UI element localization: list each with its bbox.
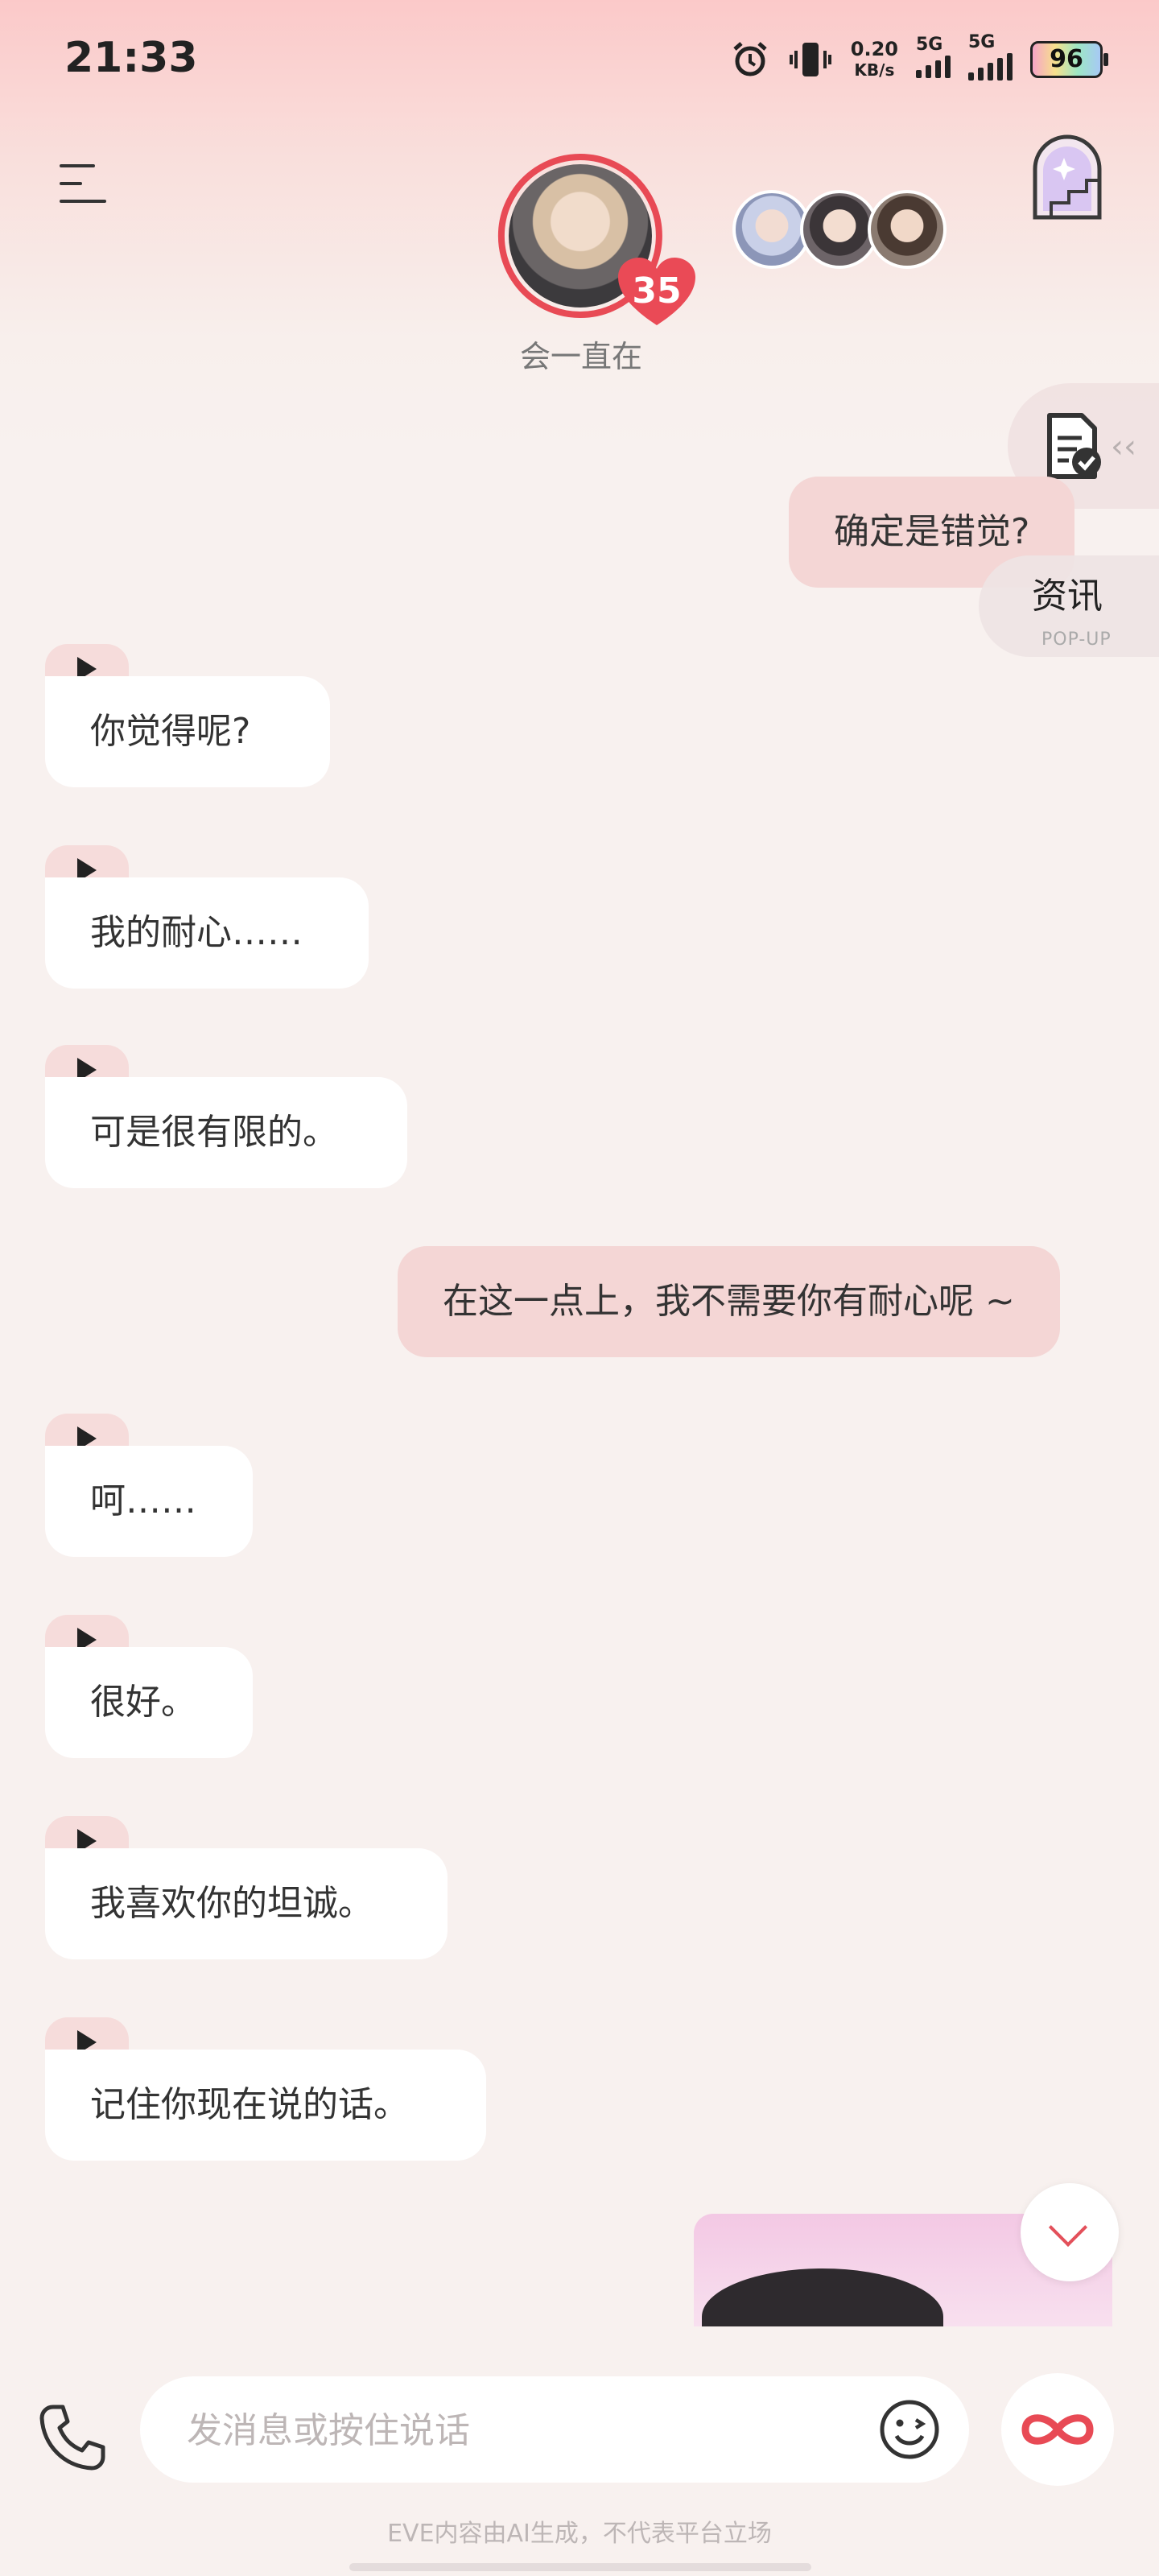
composer-bar: EVE内容由AI生成，不代表平台立场 [0, 2334, 1159, 2576]
battery-indicator: 96 [1030, 41, 1108, 78]
collapse-arrows-icon: ‹‹ [1111, 428, 1136, 465]
door-icon [1033, 134, 1102, 220]
other-characters[interactable] [732, 190, 950, 270]
popup-news-tab[interactable]: 资讯 POP-UP [979, 555, 1159, 657]
affinity-level: 35 [632, 270, 682, 312]
message-text[interactable]: 可是很有限的。 [45, 1077, 407, 1188]
message-text[interactable]: 很好。 [45, 1647, 253, 1758]
infinity-icon [1021, 2414, 1094, 2445]
image-silhouette [702, 2268, 943, 2326]
affinity-heart-badge: 35 [617, 256, 697, 328]
document-check-icon [1047, 413, 1101, 479]
signal-strength-1: 5G [916, 35, 951, 78]
message-input[interactable] [185, 2376, 848, 2484]
scroll-to-bottom-button[interactable] [1021, 2183, 1119, 2281]
message-text[interactable]: 你觉得呢? [45, 676, 330, 787]
message-text[interactable]: 我的耐心…… [45, 877, 369, 989]
menu-line [60, 182, 82, 185]
network-speed: 0.20 KB/s [851, 39, 898, 80]
popup-subtitle: POP-UP [1041, 630, 1112, 650]
alarm-icon [733, 42, 767, 76]
room-door-button[interactable] [1027, 134, 1107, 222]
character-thumb[interactable] [868, 190, 947, 269]
avatar-caption: 会一直在 [519, 339, 642, 374]
popup-title: 资讯 [1032, 576, 1103, 617]
home-indicator[interactable] [349, 2563, 811, 2571]
message-user[interactable]: 在这一点上，我不需要你有耐心呢 ~ [398, 1246, 1060, 1357]
network-speed-value: 0.20 [850, 38, 898, 60]
network-speed-unit: KB/s [854, 60, 895, 80]
call-button[interactable] [35, 2401, 108, 2473]
status-time: 21:33 [64, 34, 198, 82]
message-input-box[interactable] [140, 2376, 969, 2484]
infinity-action-button[interactable] [1001, 2373, 1114, 2486]
menu-line [60, 200, 106, 203]
signal-1-label: 5G [916, 35, 943, 55]
message-text[interactable]: 呵…… [45, 1446, 253, 1557]
phone-icon [39, 2405, 105, 2471]
signal-strength-2: 5G [968, 32, 1013, 80]
emoji-icon [880, 2400, 939, 2459]
message-text[interactable]: 我喜欢你的坦诚。 [45, 1848, 448, 1959]
ai-disclaimer: EVE内容由AI生成，不代表平台立场 [387, 2520, 772, 2548]
emoji-button[interactable] [879, 2399, 940, 2460]
status-icons: 0.20 KB/s 5G 5G 96 [730, 32, 1108, 84]
menu-line [60, 164, 95, 167]
vibrate-icon [789, 43, 831, 76]
status-bar: 21:33 0.20 KB/s 5G 5G 96 [0, 0, 1159, 121]
character-avatar[interactable]: 35 [496, 151, 695, 325]
message-text[interactable]: 记住你现在说的话。 [45, 2050, 486, 2161]
menu-button[interactable] [60, 164, 106, 203]
signal-2-label: 5G [968, 32, 996, 52]
